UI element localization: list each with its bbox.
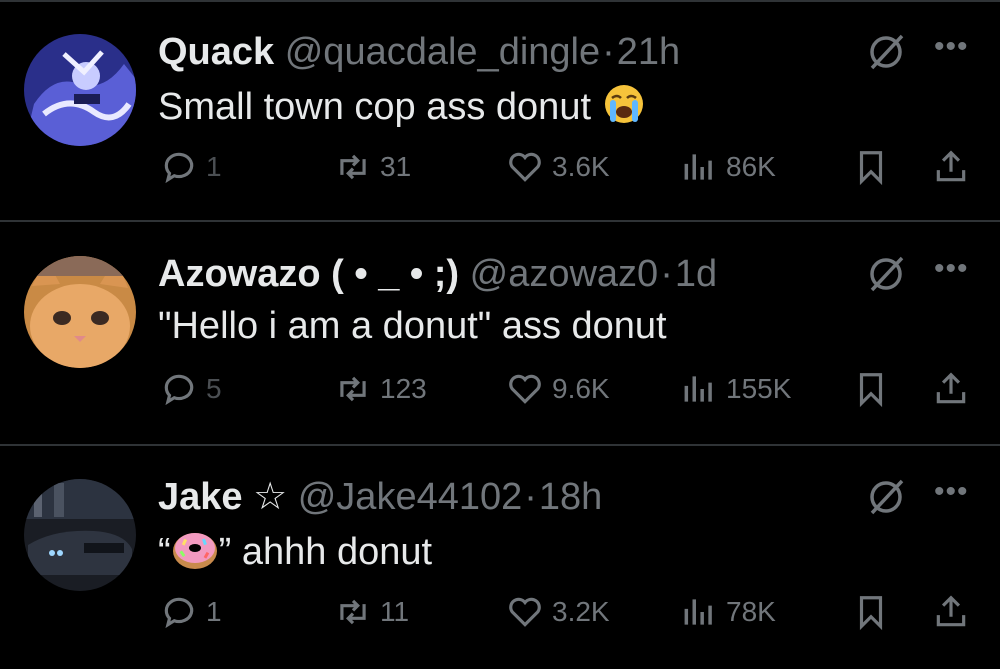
like-count: 3.6K [552, 151, 610, 182]
view-count: 86K [726, 151, 776, 182]
more-options-icon[interactable]: ••• [934, 252, 969, 286]
avatar[interactable] [24, 34, 136, 146]
reply-button[interactable]: 5 [160, 370, 222, 408]
tweet-text-suffix: ” ahhh donut [218, 531, 433, 574]
heart-icon [509, 597, 541, 627]
views-button[interactable]: 78K [680, 593, 776, 631]
share-button[interactable] [932, 148, 978, 186]
share-button[interactable] [932, 593, 978, 631]
bookmark-icon [859, 596, 883, 631]
separator-dot: · [660, 253, 673, 295]
heart-icon [509, 374, 541, 404]
tweet[interactable]: Quack @quacdale_dingle·21h Small town co… [0, 0, 1000, 222]
separator-dot: · [602, 31, 615, 73]
separator-dot: · [524, 476, 537, 518]
avatar[interactable] [24, 256, 136, 368]
reply-count: 1 [206, 151, 222, 182]
bookmark-icon [859, 151, 883, 186]
timestamp[interactable]: 18h [539, 476, 602, 518]
retweet-button[interactable]: 31 [334, 148, 411, 186]
share-icon [936, 372, 966, 404]
tweet-text: “ ” ahhh donut [158, 527, 432, 581]
reply-button[interactable]: 1 [160, 593, 222, 631]
view-count: 78K [726, 596, 776, 627]
more-options-icon[interactable]: ••• [934, 475, 969, 509]
retweet-count: 11 [380, 596, 410, 627]
tweet-header: Azowazo ( • _ • ;) @azowaz0·1d [158, 252, 717, 296]
reply-count: 5 [206, 373, 222, 404]
user-handle[interactable]: @azowaz0 [470, 253, 659, 295]
tweet[interactable]: Jake ☆ @Jake44102·18h “ ” ahhh donut •••… [0, 447, 1000, 669]
bookmark-icon [859, 373, 883, 408]
action-bar: 1 31 3.6K 86K [0, 148, 1000, 196]
reply-button[interactable]: 1 [160, 148, 222, 186]
retweet-count: 31 [380, 151, 412, 182]
action-bar: 5 123 9.6K 155K [0, 370, 1000, 418]
retweet-button[interactable]: 123 [334, 370, 427, 408]
retweet-count: 123 [380, 373, 427, 404]
like-button[interactable]: 9.6K [506, 370, 610, 408]
bookmark-button[interactable] [852, 148, 898, 186]
views-icon [684, 599, 712, 625]
tweet-text: Small town cop ass donut [158, 82, 646, 136]
timestamp[interactable]: 21h [617, 31, 680, 73]
share-button[interactable] [932, 370, 978, 408]
avatar[interactable] [24, 479, 136, 591]
tweet-header: Quack @quacdale_dingle·21h [158, 30, 680, 74]
grok-icon[interactable] [866, 477, 906, 517]
grok-icon[interactable] [866, 32, 906, 72]
share-icon [936, 595, 966, 627]
display-name[interactable]: Quack [158, 31, 274, 73]
like-count: 9.6K [552, 373, 610, 404]
tweet-text-body: "Hello i am a donut" ass donut [158, 305, 667, 347]
share-icon [936, 150, 966, 182]
bookmark-button[interactable] [852, 370, 898, 408]
views-button[interactable]: 155K [680, 370, 791, 408]
retweet-icon [340, 154, 366, 180]
grok-icon[interactable] [866, 254, 906, 294]
heart-icon [509, 152, 541, 182]
loudly-crying-face-icon [602, 82, 646, 136]
retweet-button[interactable]: 11 [334, 593, 409, 631]
retweet-icon [340, 599, 366, 625]
bookmark-button[interactable] [852, 593, 898, 631]
view-count: 155K [726, 373, 792, 404]
more-options-icon[interactable]: ••• [934, 30, 969, 64]
tweet[interactable]: Azowazo ( • _ • ;) @azowaz0·1d "Hello i … [0, 224, 1000, 446]
tweet-text-prefix: “ [158, 531, 171, 574]
like-button[interactable]: 3.6K [506, 148, 610, 186]
tweet-text: "Hello i am a donut" ass donut [158, 304, 667, 348]
tweet-text-body: Small town cop ass donut [158, 86, 592, 129]
doughnut-icon [171, 527, 219, 581]
views-icon [684, 376, 712, 402]
display-name[interactable]: Azowazo ( • _ • ;) [158, 253, 459, 295]
reply-icon [164, 152, 194, 184]
display-name[interactable]: Jake ☆ [158, 476, 287, 518]
timestamp[interactable]: 1d [675, 253, 717, 295]
user-handle[interactable]: @Jake44102 [298, 476, 523, 518]
reply-count: 1 [206, 596, 222, 627]
like-button[interactable]: 3.2K [506, 593, 610, 631]
reply-icon [164, 374, 194, 406]
views-button[interactable]: 86K [680, 148, 776, 186]
retweet-icon [340, 376, 366, 402]
reply-icon [164, 597, 194, 629]
tweet-header: Jake ☆ @Jake44102·18h [158, 475, 602, 519]
user-handle[interactable]: @quacdale_dingle [285, 31, 600, 73]
views-icon [684, 154, 712, 180]
action-bar: 1 11 3.2K 78K [0, 593, 1000, 641]
like-count: 3.2K [552, 596, 610, 627]
